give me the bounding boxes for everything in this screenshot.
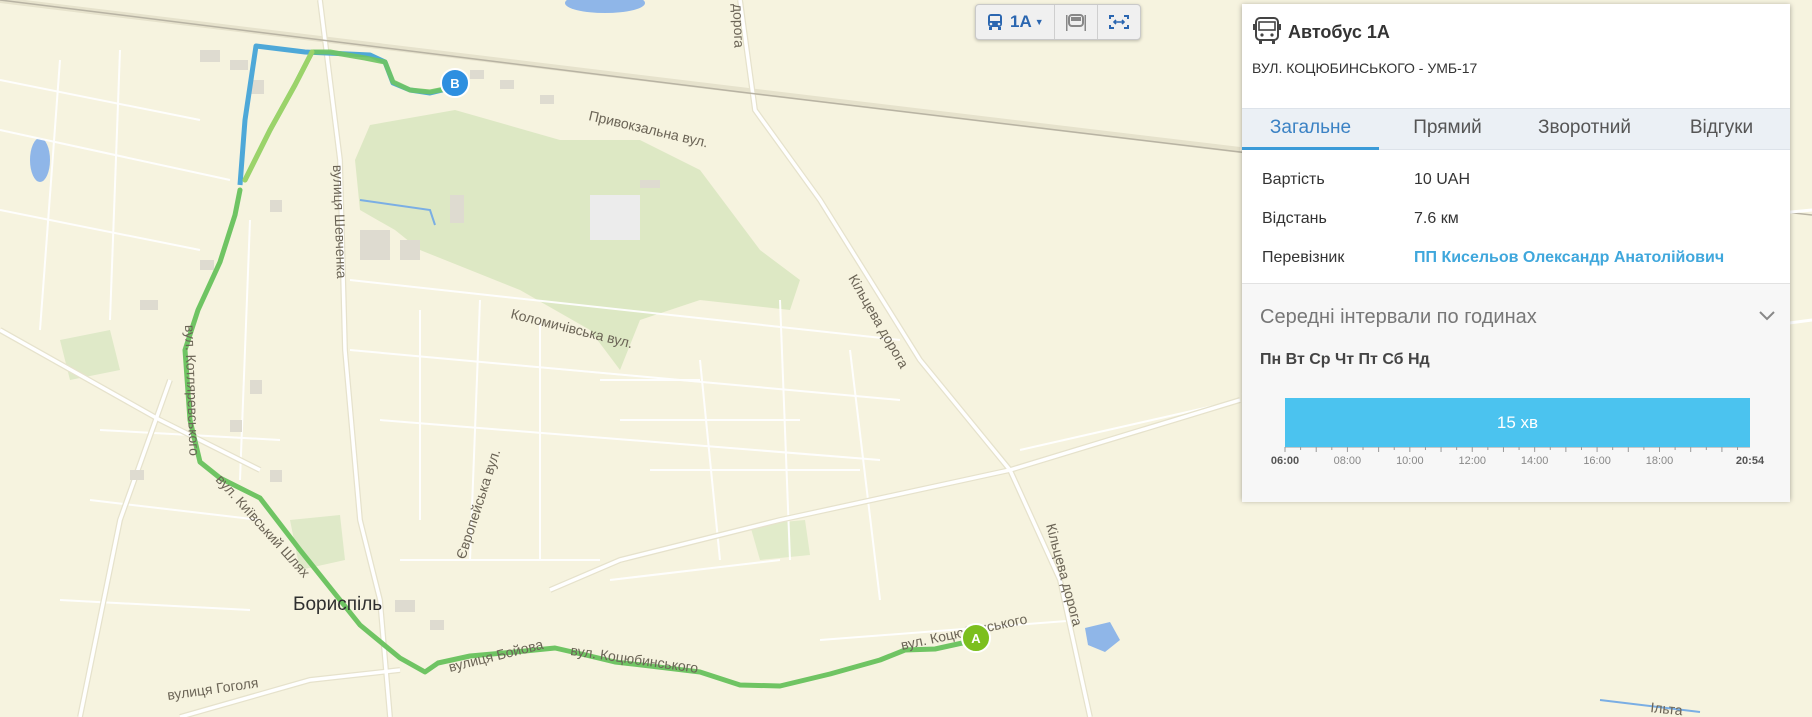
time-axis: 06:00 08:00 10:00 12:00 14:00 16:00 18:00 20:54 xyxy=(1271,447,1765,467)
axis-tick-label: 14:00 xyxy=(1521,455,1549,467)
svg-text:B: B xyxy=(450,76,459,91)
route-details: Вартість 10 UAH Відстань 7.6 км Перевізн… xyxy=(1242,150,1790,283)
map-toolbar: 1A ▼ xyxy=(975,4,1141,40)
axis-tick-label: 20:54 xyxy=(1736,455,1765,467)
axis-tick-label: 16:00 xyxy=(1583,455,1611,467)
interval-bar[interactable]: 15 хв xyxy=(1285,398,1750,447)
axis-tick-label: 06:00 xyxy=(1271,455,1299,467)
tab-reviews[interactable]: Відгуки xyxy=(1653,109,1790,149)
city-label: Бориспіль xyxy=(293,594,382,615)
intervals-title[interactable]: Середні інтервали по годинах xyxy=(1260,306,1537,329)
caret-down-icon: ▼ xyxy=(1034,17,1044,27)
axis-tick-label: 08:00 xyxy=(1334,455,1362,467)
distance-value: 7.6 км xyxy=(1414,209,1459,227)
fit-bounds-button[interactable] xyxy=(1098,5,1140,39)
axis-tick-label: 12:00 xyxy=(1458,455,1486,467)
price-value: 10 UAH xyxy=(1414,170,1471,188)
tab-general[interactable]: Загальне xyxy=(1242,109,1379,150)
intervals-section: Середні інтервали по годинах Пн Вт Ср Чт… xyxy=(1242,283,1790,502)
detail-row-carrier: Перевізник ПП Кисельов Олександр Анатолі… xyxy=(1262,238,1770,277)
panel-header: Автобус 1А ВУЛ. КОЦЮБИНСЬКОГО - УМБ-17 xyxy=(1242,4,1790,108)
street-label: дорога xyxy=(730,4,748,49)
axis-tick-label: 10:00 xyxy=(1396,455,1424,467)
price-label: Вартість xyxy=(1262,170,1325,188)
bus-stop-icon xyxy=(1065,13,1087,31)
route-select-button[interactable]: 1A ▼ xyxy=(976,5,1055,39)
svg-text:A: A xyxy=(971,631,981,646)
bus-stops-button[interactable] xyxy=(1055,5,1098,39)
interval-bar-label: 15 хв xyxy=(1496,413,1539,432)
lake xyxy=(30,138,50,182)
detail-row-price: Вартість 10 UAH xyxy=(1262,160,1770,199)
axis-tick-label: 18:00 xyxy=(1646,455,1674,467)
route-select-label: 1A xyxy=(1010,12,1032,31)
tab-return[interactable]: Зворотний xyxy=(1516,109,1653,149)
panel-tabs: Загальне Прямий Зворотний Відгуки xyxy=(1242,108,1790,150)
fit-bounds-icon xyxy=(1108,14,1130,30)
bus-icon xyxy=(1252,16,1282,46)
carrier-link[interactable]: ПП Кисельов Олександр Анатолійович xyxy=(1414,249,1724,267)
distance-label: Відстань xyxy=(1262,209,1327,227)
route-start-marker[interactable]: A xyxy=(961,623,991,653)
route-end-marker[interactable]: B xyxy=(440,68,470,98)
route-subtitle: ВУЛ. КОЦЮБИНСЬКОГО - УМБ-17 xyxy=(1252,60,1478,76)
detail-row-distance: Відстань 7.6 км xyxy=(1262,199,1770,238)
tab-direct[interactable]: Прямий xyxy=(1379,109,1516,149)
carrier-label: Перевізник xyxy=(1262,248,1345,266)
weekdays-label: Пн Вт Ср Чт Пт Сб Нд xyxy=(1260,351,1430,368)
chevron-down-icon[interactable] xyxy=(1758,310,1776,322)
bus-icon xyxy=(986,13,1004,31)
street-label: Ільта xyxy=(1650,699,1684,717)
park-area xyxy=(590,195,640,240)
route-info-panel: Автобус 1А ВУЛ. КОЦЮБИНСЬКОГО - УМБ-17 З… xyxy=(1242,4,1790,502)
page-title: Автобус 1А xyxy=(1288,22,1390,42)
